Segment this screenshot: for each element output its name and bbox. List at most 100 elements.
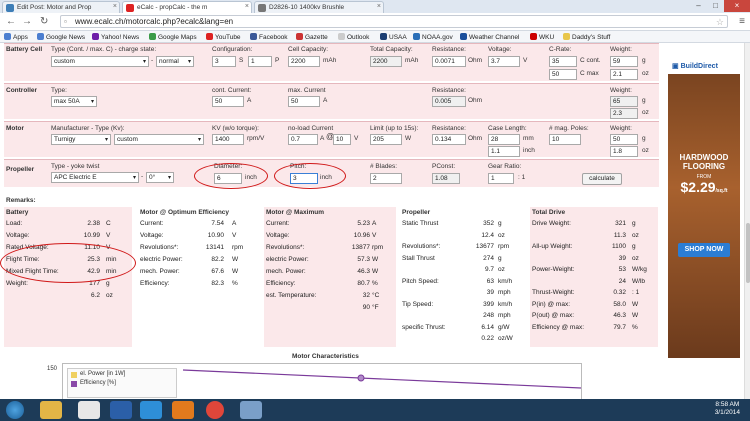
battery-weight-g-input[interactable]: 59 <box>610 56 638 67</box>
close-icon[interactable]: × <box>377 3 381 10</box>
motor-weight-oz-input[interactable]: 1.8 <box>610 146 638 157</box>
tools-icon[interactable] <box>240 401 262 419</box>
result-unit: W/kg <box>632 266 647 273</box>
propeller-type-select[interactable]: APC Electric E <box>51 172 139 183</box>
maximize-icon[interactable]: □ <box>707 0 724 12</box>
pconst-field[interactable]: 1.08 <box>432 173 460 184</box>
motor-resistance-input[interactable]: 0.134 <box>432 134 466 145</box>
controller-type-select[interactable]: max 50A <box>51 96 97 107</box>
field-label: Weight: <box>610 46 632 53</box>
controller-weight-g-input[interactable]: 65 <box>610 96 638 107</box>
config-p-input[interactable]: 1 <box>248 56 272 67</box>
case-length-inch-input[interactable]: 1.1 <box>488 146 520 157</box>
kv-input[interactable]: 1400 <box>212 134 244 145</box>
system-clock[interactable]: 8:58 AM 3/1/2014 <box>715 401 740 417</box>
outlook-icon[interactable] <box>172 401 194 419</box>
battery-type-select[interactable]: custom <box>51 56 149 67</box>
bookmark-star-icon[interactable]: ☆ <box>716 16 724 28</box>
config-s-input[interactable]: 3 <box>212 56 236 67</box>
field-label: max. Current <box>288 87 326 94</box>
result-unit: V <box>106 232 111 239</box>
charge-state-select[interactable]: normal <box>156 56 194 67</box>
close-icon[interactable]: × <box>245 3 249 10</box>
field-label: Type (Cont. / max. C) - charge state: <box>51 46 157 53</box>
yoke-twist-select[interactable]: 0° <box>146 172 174 183</box>
bookmark-yahoo-news[interactable]: Yahoo! News <box>92 33 139 41</box>
result-label: Efficiency @ max: <box>532 323 584 331</box>
controller-weight-oz-input[interactable]: 2.3 <box>610 108 638 119</box>
mag-poles-input[interactable]: 10 <box>549 134 581 145</box>
close-icon[interactable]: × <box>113 3 117 10</box>
c-max-input[interactable]: 50 <box>549 69 577 80</box>
battery-voltage-input[interactable]: 3.7 <box>488 56 520 67</box>
file-explorer-icon[interactable] <box>40 401 62 419</box>
field-label: Type - yoke twist <box>51 163 100 170</box>
case-length-input[interactable]: 28 <box>488 134 520 145</box>
result-value: 79.7 <box>613 323 626 331</box>
page-scrollbar[interactable] <box>744 43 750 399</box>
minimize-icon[interactable]: – <box>690 0 707 12</box>
c-cont-input[interactable]: 35 <box>549 56 577 67</box>
bookmark-apps[interactable]: Apps <box>4 33 28 41</box>
controller-cont-current-input[interactable]: 50 <box>212 96 244 107</box>
tab-d2826[interactable]: D2826-10 1400kv Brushle × <box>254 1 384 13</box>
bookmark-google-maps[interactable]: Google Maps <box>149 33 197 41</box>
result-value: 11.3 <box>613 231 626 239</box>
result-value: 9.7 <box>484 266 494 273</box>
calculate-button[interactable]: calculate <box>582 173 622 185</box>
result-label: Revolutions*: <box>266 244 305 251</box>
bookmark-wku[interactable]: WKU <box>530 33 554 41</box>
m-app-icon[interactable] <box>110 401 132 419</box>
result-unit: : 1 <box>632 289 640 296</box>
noload-voltage-input[interactable]: 10 <box>333 134 351 145</box>
controller-resistance-field[interactable]: 0.005 <box>432 96 466 107</box>
start-button-icon[interactable] <box>6 401 24 419</box>
motor-weight-g-input[interactable]: 50 <box>610 134 638 145</box>
bookmark-gazette[interactable]: Gazette <box>296 33 328 41</box>
bookmark-google-news[interactable]: Google News <box>37 33 85 41</box>
battery-weight-oz-input[interactable]: 2.1 <box>610 69 638 80</box>
forward-icon[interactable]: → <box>22 16 32 27</box>
result-value: 248 <box>483 312 494 319</box>
bookmark-daddys-stuff[interactable]: Daddy's Stuff <box>563 33 610 41</box>
bookmark-usaa[interactable]: USAA <box>380 33 407 41</box>
apps-icon <box>4 33 11 40</box>
battery-resistance-input[interactable]: 0.0071 <box>432 56 466 67</box>
page-info-icon: ▫ <box>64 17 67 26</box>
bookmark-outlook[interactable]: Outlook <box>338 33 369 41</box>
bookmark-youtube[interactable]: YouTube <box>206 33 241 41</box>
blades-input[interactable]: 2 <box>370 173 402 184</box>
internet-explorer-icon[interactable] <box>140 401 162 419</box>
bookmark-noaa[interactable]: NOAA.gov <box>413 33 453 41</box>
result-unit: g <box>498 220 502 227</box>
back-icon[interactable]: ← <box>6 16 16 27</box>
controller-max-current-input[interactable]: 50 <box>288 96 320 107</box>
section-title: Motor <box>6 125 25 132</box>
reload-icon[interactable]: ↻ <box>40 16 48 27</box>
address-bar[interactable]: ▫ www.ecalc.ch/motorcalc.php?ecalc&lang=… <box>60 15 728 28</box>
scrollbar-thumb[interactable] <box>746 223 750 283</box>
result-unit: W <box>372 256 379 263</box>
result-label: Drive Weight: <box>532 220 571 227</box>
power-limit-input[interactable]: 205 <box>370 134 402 145</box>
outlook-icon <box>338 33 345 40</box>
field-label: Voltage: <box>488 46 512 53</box>
bookmark-facebook[interactable]: Facebook <box>250 33 288 41</box>
result-value: 67.6 <box>211 268 224 275</box>
gear-ratio-input[interactable]: 1 <box>488 173 514 184</box>
tab-edit-post[interactable]: Edit Post: Motor and Prop × <box>2 1 120 13</box>
builddirect-ad[interactable]: ▣ BuildDirect HARDWOOD FLOORING FROM $2.2… <box>668 58 740 358</box>
chrome-icon[interactable] <box>206 401 224 419</box>
window-close-icon[interactable]: × <box>724 0 750 12</box>
result-value: 1100 <box>612 243 626 250</box>
cell-capacity-input[interactable]: 2200 <box>288 56 320 67</box>
motor-manufacturer-select[interactable]: Turnigy <box>51 134 111 145</box>
field-label: Type: <box>51 87 67 94</box>
shop-now-button[interactable]: SHOP NOW <box>678 243 730 257</box>
windows-media-icon[interactable] <box>78 401 100 419</box>
bookmark-weather-channel[interactable]: Weather Channel <box>460 33 519 41</box>
menu-icon[interactable]: ≡ <box>739 16 745 27</box>
tab-ecalc[interactable]: eCalc - propCalc - the m × <box>122 1 252 13</box>
motor-type-select[interactable]: custom <box>114 134 204 145</box>
noload-current-input[interactable]: 0.7 <box>288 134 318 145</box>
